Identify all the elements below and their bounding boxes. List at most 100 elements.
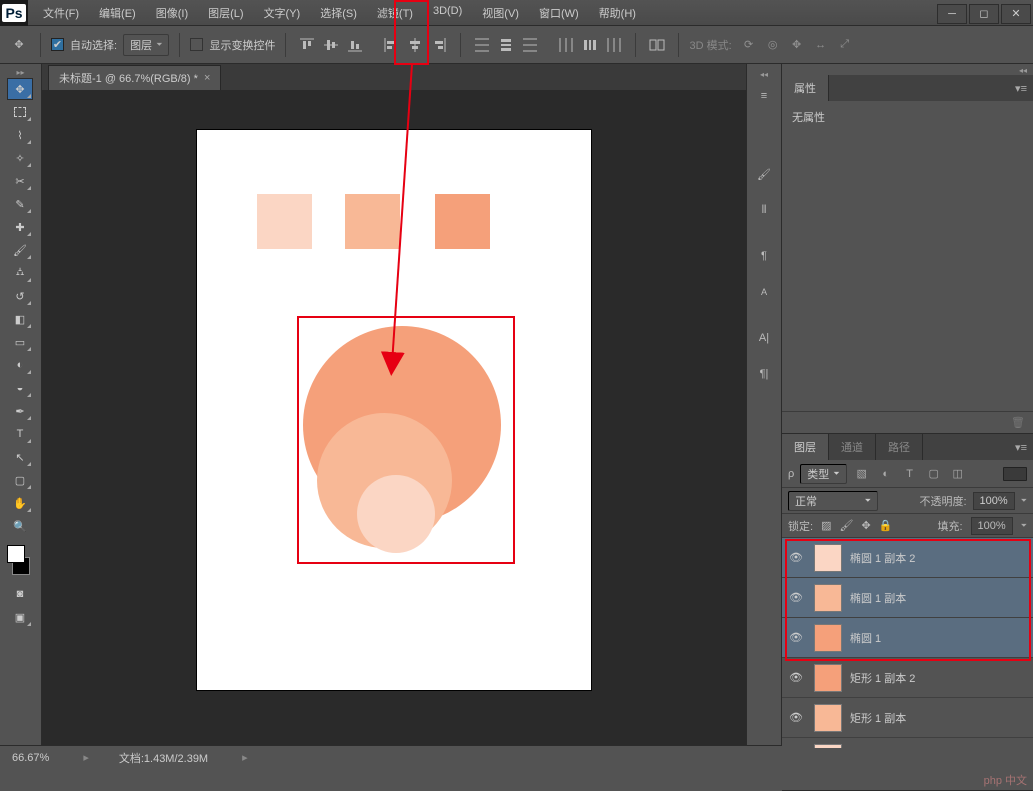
hand-tool[interactable]: ✋ — [7, 492, 33, 514]
layer-row[interactable]: 👁 椭圆 1 — [782, 618, 1033, 658]
tab-layers[interactable]: 图层 — [782, 434, 829, 460]
layer-name[interactable]: 矩形 1 副本 2 — [850, 670, 915, 686]
eyedropper-tool[interactable]: ✎ — [7, 193, 33, 215]
menu-type[interactable]: 文字(Y) — [255, 0, 310, 26]
menu-select[interactable]: 选择(S) — [311, 0, 366, 26]
auto-select-checkbox[interactable]: ✔ — [51, 38, 64, 51]
path-select-tool[interactable]: ↖ — [7, 446, 33, 468]
eraser-tool[interactable]: ◧ — [7, 308, 33, 330]
show-transform-checkbox[interactable] — [190, 38, 203, 51]
paragraph-styles-panel-icon[interactable]: ¶| — [750, 361, 778, 387]
lock-pixels-icon[interactable]: 🖌 — [839, 519, 853, 532]
foreground-color-swatch[interactable] — [7, 545, 25, 563]
layer-name[interactable]: 椭圆 1 副本 — [850, 590, 906, 606]
visibility-toggle-icon[interactable]: 👁 — [786, 631, 806, 644]
distribute-top-button[interactable] — [471, 34, 493, 56]
document-tab[interactable]: 未标题-1 @ 66.7%(RGB/8) * × — [48, 65, 221, 90]
lock-position-icon[interactable]: ✥ — [861, 519, 870, 532]
crop-tool[interactable]: ✂ — [7, 170, 33, 192]
gradient-tool[interactable]: ▭ — [7, 331, 33, 353]
distribute-vcenter-button[interactable] — [495, 34, 517, 56]
close-icon[interactable]: × — [204, 72, 210, 84]
fill-input[interactable]: 100% — [971, 517, 1013, 535]
menu-layer[interactable]: 图层(L) — [199, 0, 252, 26]
history-brush-tool[interactable]: ↺ — [7, 285, 33, 307]
align-vcenter-button[interactable] — [320, 34, 342, 56]
filter-type-dropdown[interactable]: 类型 ⏷ — [800, 464, 846, 484]
layer-name[interactable]: 矩形 1 副本 — [850, 710, 906, 726]
menu-edit[interactable]: 编辑(E) — [90, 0, 145, 26]
distribute-left-button[interactable] — [555, 34, 577, 56]
screen-mode-button[interactable]: ▣ — [7, 606, 33, 628]
layer-row[interactable]: 👁 椭圆 1 副本 — [782, 578, 1033, 618]
visibility-toggle-icon[interactable]: 👁 — [786, 591, 806, 604]
menu-window[interactable]: 窗口(W) — [530, 0, 588, 26]
filter-smart-icon[interactable]: ◫ — [949, 466, 967, 482]
align-top-button[interactable] — [296, 34, 318, 56]
lock-transparency-icon[interactable]: ▨ — [821, 519, 831, 532]
layer-row[interactable]: 👁矩形 1 — [782, 738, 1033, 748]
dodge-tool[interactable]: ◒ — [7, 377, 33, 399]
blend-mode-dropdown[interactable]: 正常 ⏷ — [788, 491, 878, 511]
auto-align-button[interactable] — [646, 34, 668, 56]
maximize-button[interactable]: ◻ — [969, 4, 999, 24]
brush-tool[interactable]: 🖌 — [7, 239, 33, 261]
close-button[interactable]: ✕ — [1001, 4, 1031, 24]
3d-slide-button[interactable]: ↔ — [810, 34, 832, 56]
filter-pixel-icon[interactable]: ▧ — [853, 466, 871, 482]
3d-roll-button[interactable]: ◎ — [762, 34, 784, 56]
menu-help[interactable]: 帮助(H) — [590, 0, 645, 26]
3d-scale-button[interactable]: ⤢ — [834, 34, 856, 56]
blur-tool[interactable]: ◐ — [7, 354, 33, 376]
stamp-tool[interactable]: ⛼ — [7, 262, 33, 284]
type-tool[interactable]: T — [7, 423, 33, 445]
distribute-hcenter-button[interactable] — [579, 34, 601, 56]
distribute-bottom-button[interactable] — [519, 34, 541, 56]
layer-row[interactable]: 👁 矩形 1 副本 — [782, 698, 1033, 738]
menu-3d[interactable]: 3D(D) — [424, 0, 471, 26]
layer-row[interactable]: 👁 矩形 1 副本 2 — [782, 658, 1033, 698]
trash-icon[interactable]: 🗑 — [1011, 416, 1025, 429]
shape-tool[interactable]: ▢ — [7, 469, 33, 491]
lasso-tool[interactable]: ⌇ — [7, 124, 33, 146]
menu-view[interactable]: 视图(V) — [473, 0, 528, 26]
paragraph-panel-icon[interactable]: ¶ — [750, 243, 778, 269]
brush-presets-panel-icon[interactable]: ⫴ — [750, 197, 778, 223]
zoom-level[interactable]: 66.67% — [12, 752, 49, 764]
pen-tool[interactable]: ✒ — [7, 400, 33, 422]
visibility-toggle-icon[interactable]: 👁 — [786, 671, 806, 684]
color-swatches[interactable] — [7, 545, 34, 575]
layer-name[interactable]: 椭圆 1 — [850, 630, 881, 646]
panel-menu-icon[interactable]: ▾≡ — [1015, 441, 1027, 454]
tab-channels[interactable]: 通道 — [829, 434, 876, 460]
layer-row[interactable]: 👁 椭圆 1 副本 2 — [782, 538, 1033, 578]
character-panel-icon[interactable]: A| — [750, 325, 778, 351]
healing-tool[interactable]: ✚ — [7, 216, 33, 238]
brush-panel-icon[interactable]: 🖌 — [750, 161, 778, 187]
magic-wand-tool[interactable]: ✧ — [7, 147, 33, 169]
zoom-tool[interactable]: 🔍 — [7, 515, 33, 537]
tab-paths[interactable]: 路径 — [876, 434, 923, 460]
move-tool[interactable]: ✥ — [7, 78, 33, 100]
minimize-button[interactable]: ─ — [937, 4, 967, 24]
document-info[interactable]: 文档:1.43M/2.39M — [119, 750, 208, 766]
filter-toggle[interactable] — [1003, 467, 1027, 481]
canvas[interactable] — [197, 130, 591, 690]
opacity-input[interactable]: 100% — [973, 492, 1015, 510]
visibility-toggle-icon[interactable]: 👁 — [786, 551, 806, 564]
filter-shape-icon[interactable]: ▢ — [925, 466, 943, 482]
menu-file[interactable]: 文件(F) — [34, 0, 88, 26]
auto-select-target-dropdown[interactable]: 图层 ⏷ — [123, 34, 169, 56]
layer-name[interactable]: 椭圆 1 副本 2 — [850, 550, 915, 566]
filter-adjust-icon[interactable]: ◐ — [877, 466, 895, 482]
align-right-button[interactable] — [428, 34, 450, 56]
character-styles-panel-icon[interactable]: A — [750, 279, 778, 305]
history-panel-icon[interactable]: ≡ — [750, 83, 778, 109]
menu-image[interactable]: 图像(I) — [147, 0, 197, 26]
marquee-tool[interactable] — [7, 101, 33, 123]
align-bottom-button[interactable] — [344, 34, 366, 56]
tab-properties[interactable]: 属性 — [782, 75, 829, 101]
visibility-toggle-icon[interactable]: 👁 — [786, 711, 806, 724]
filter-type-icon[interactable]: T — [901, 466, 919, 482]
3d-orbit-button[interactable]: ⟳ — [738, 34, 760, 56]
